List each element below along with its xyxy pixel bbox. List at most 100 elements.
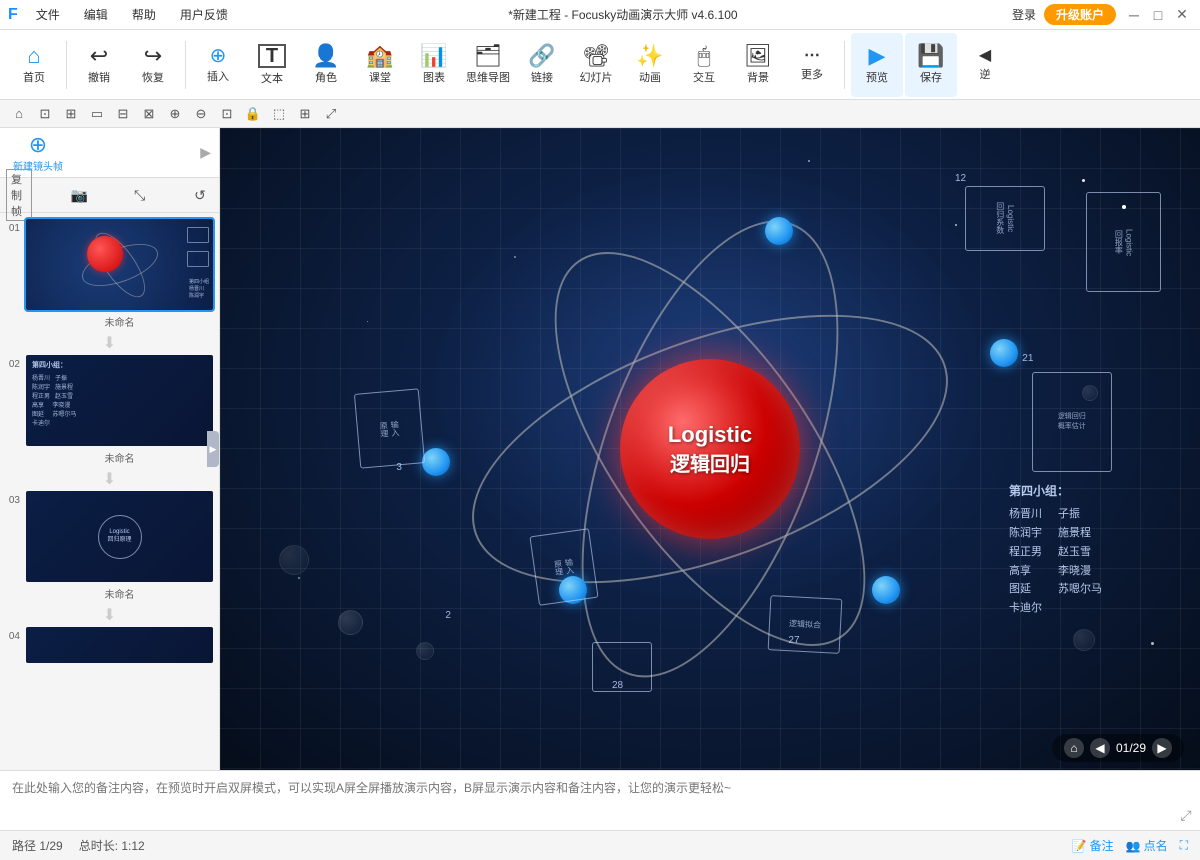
tool-text[interactable]: T 文本 xyxy=(246,33,298,97)
toolbar-separator-3 xyxy=(844,41,845,89)
tool-chart[interactable]: 📊 图表 xyxy=(408,33,460,97)
add-slide-icon[interactable]: ⬇ xyxy=(103,333,116,353)
star-7 xyxy=(298,577,300,579)
undo-icon: ↩ xyxy=(90,45,108,67)
close-button[interactable]: ✕ xyxy=(1172,5,1192,25)
nav-home-button[interactable]: ⌂ xyxy=(1064,738,1084,758)
comment-button[interactable]: 📝 备注 xyxy=(1072,837,1114,854)
star-3 xyxy=(808,160,810,162)
sec-tool-align[interactable]: ⊠ xyxy=(138,103,160,125)
tool-background-label: 背景 xyxy=(747,69,769,85)
sec-tool-fit[interactable]: ⊡ xyxy=(216,103,238,125)
sec-tool-lock[interactable]: 🔒 xyxy=(242,103,264,125)
sec-tool-grid[interactable]: ⊞ xyxy=(294,103,316,125)
new-frame-button[interactable]: ⊕ 新建镜头帧 xyxy=(8,131,68,175)
tool-redo[interactable]: ↪ 恢复 xyxy=(127,33,179,97)
sec-tool-zoomin[interactable]: ⊕ xyxy=(164,103,186,125)
sidebar-rotate-button[interactable]: ↺ xyxy=(187,182,213,208)
tool-interact[interactable]: 🖱 交互 xyxy=(678,33,730,97)
slide-thumb-3[interactable]: Logistic回归原理 xyxy=(24,489,215,584)
maximize-button[interactable]: □ xyxy=(1148,5,1168,25)
frame-card-3[interactable]: 输入原理 xyxy=(354,389,425,469)
nav-prev-button[interactable]: ◀ xyxy=(1090,738,1110,758)
tool-undo[interactable]: ↩ 撤销 xyxy=(73,33,125,97)
sec-tool-rect2[interactable]: ⊟ xyxy=(112,103,134,125)
sec-tool-rect[interactable]: ▭ xyxy=(86,103,108,125)
redo-icon: ↪ xyxy=(144,45,162,67)
slide-thumb-4[interactable] xyxy=(24,625,215,665)
nav-page: 01/29 xyxy=(1116,741,1146,755)
notes-expand-button[interactable]: ⤢ xyxy=(1172,771,1200,830)
login-button[interactable]: 登录 xyxy=(1012,6,1036,23)
slide-thumb-1[interactable]: 第四小组杨晋川陈润宇 xyxy=(24,217,215,312)
team-member-3: 程正男 xyxy=(1009,543,1042,562)
new-frame-icon: ⊕ xyxy=(29,132,47,158)
tool-home-label: 首页 xyxy=(23,69,45,85)
star-6 xyxy=(367,321,368,322)
frame-num-12: 12 xyxy=(955,173,966,184)
fullscreen-button[interactable]: ⛶ xyxy=(1180,838,1188,853)
tool-link-label: 链接 xyxy=(531,69,553,85)
tool-insert[interactable]: ⊕ 插入 xyxy=(192,33,244,97)
tool-slide-label: 幻灯片 xyxy=(580,69,613,85)
sidebar-camera-button[interactable]: 📷 xyxy=(66,182,92,208)
sec-tool-crop[interactable]: ⊞ xyxy=(60,103,82,125)
tool-save[interactable]: 💾 保存 xyxy=(905,33,957,97)
tool-background[interactable]: 🖼 背景 xyxy=(732,33,784,97)
frame-card-12[interactable]: Logistic回归系数 xyxy=(965,186,1045,251)
tool-slide[interactable]: 📽 幻灯片 xyxy=(570,33,622,97)
menu-feedback[interactable]: 用户反馈 xyxy=(174,4,234,25)
tool-back[interactable]: ◀ 逆 xyxy=(959,33,1011,97)
sec-tool-copy[interactable]: ⊡ xyxy=(34,103,56,125)
slide-num-3: 03 xyxy=(4,495,20,506)
frame-card-input[interactable]: 输入原理 xyxy=(529,529,598,607)
sec-tool-fullscreen[interactable]: ⤢ xyxy=(320,103,342,125)
frame-card-21[interactable]: 逻辑回归概率估计 xyxy=(1032,372,1112,472)
menu-help[interactable]: 帮助 xyxy=(126,4,162,25)
interact-icon: 🖱 xyxy=(697,45,710,67)
statusbar-left: 路径 1/29 总时长: 1:12 xyxy=(12,837,145,854)
menu-file[interactable]: 文件 xyxy=(30,4,66,25)
tool-link[interactable]: 🔗 链接 xyxy=(516,33,568,97)
tool-home[interactable]: ⌂ 首页 xyxy=(8,33,60,97)
notes-input[interactable] xyxy=(0,771,1172,830)
slide-thumb-2[interactable]: 第四小组： 杨晋川 子振 陈润宇 施景程 程正男 赵玉雪 高享 李晓漫 图延 苏… xyxy=(24,353,215,448)
tool-class[interactable]: 🏫 课堂 xyxy=(354,33,406,97)
sec-tool-house[interactable]: ⌂ xyxy=(8,103,30,125)
slide-num-1: 01 xyxy=(4,223,20,234)
tool-mindmap[interactable]: 🗂 思维导图 xyxy=(462,33,514,97)
tool-more[interactable]: ⋯ 更多 xyxy=(786,33,838,97)
frame-card-27[interactable]: 逻辑拟合 xyxy=(767,595,842,654)
tool-character[interactable]: 👤 角色 xyxy=(300,33,352,97)
slide-label-3: 未命名 xyxy=(24,586,215,601)
chart-icon: 📊 xyxy=(420,45,447,67)
callname-button[interactable]: 👥 点名 xyxy=(1126,837,1168,854)
nav-next-button[interactable]: ▶ xyxy=(1152,738,1172,758)
sidebar-collapse-icon[interactable]: ▶ xyxy=(200,144,211,161)
slide-item-2: 02 第四小组： 杨晋川 子振 陈润宇 施景程 程正男 赵玉雪 高享 李晓漫 图… xyxy=(4,353,215,465)
add-slide-icon-2[interactable]: ⬇ xyxy=(103,469,116,489)
menu-edit[interactable]: 编辑 xyxy=(78,4,114,25)
sidebar-copy-button[interactable]: 复制帧 xyxy=(6,182,32,208)
tool-animation[interactable]: ✨ 动画 xyxy=(624,33,676,97)
sidebar-expand-arrow[interactable]: ▶ xyxy=(207,431,219,467)
minimize-button[interactable]: ─ xyxy=(1124,5,1144,25)
tool-interact-label: 交互 xyxy=(693,69,715,85)
add-slide-icon-3[interactable]: ⬇ xyxy=(103,605,116,625)
tool-mindmap-label: 思维导图 xyxy=(466,69,510,85)
sec-tool-img[interactable]: ⬚ xyxy=(268,103,290,125)
upgrade-button[interactable]: 升级账户 xyxy=(1044,4,1116,25)
callname-label: 点名 xyxy=(1144,837,1168,854)
tool-preview[interactable]: ▶ 预览 xyxy=(851,33,903,97)
slide-separator-2: ⬇ xyxy=(4,469,215,489)
toolbar-separator xyxy=(66,41,67,89)
frame-card-28[interactable] xyxy=(592,642,652,692)
canvas-background[interactable]: Logistic 逻辑回归 12 Logistic回归系数 Logistic回报… xyxy=(220,128,1200,770)
frame-card-logistic[interactable]: Logistic回报率 xyxy=(1086,192,1161,292)
tool-more-label: 更多 xyxy=(801,66,823,82)
sidebar-expand-button[interactable]: ⤡ xyxy=(127,182,153,208)
sidebar: ⊕ 新建镜头帧 ▶ 复制帧 📷 ⤡ ↺ 01 xyxy=(0,128,220,770)
sec-tool-zoomout[interactable]: ⊖ xyxy=(190,103,212,125)
bubble-1 xyxy=(338,610,363,635)
bubble-2 xyxy=(416,642,434,660)
